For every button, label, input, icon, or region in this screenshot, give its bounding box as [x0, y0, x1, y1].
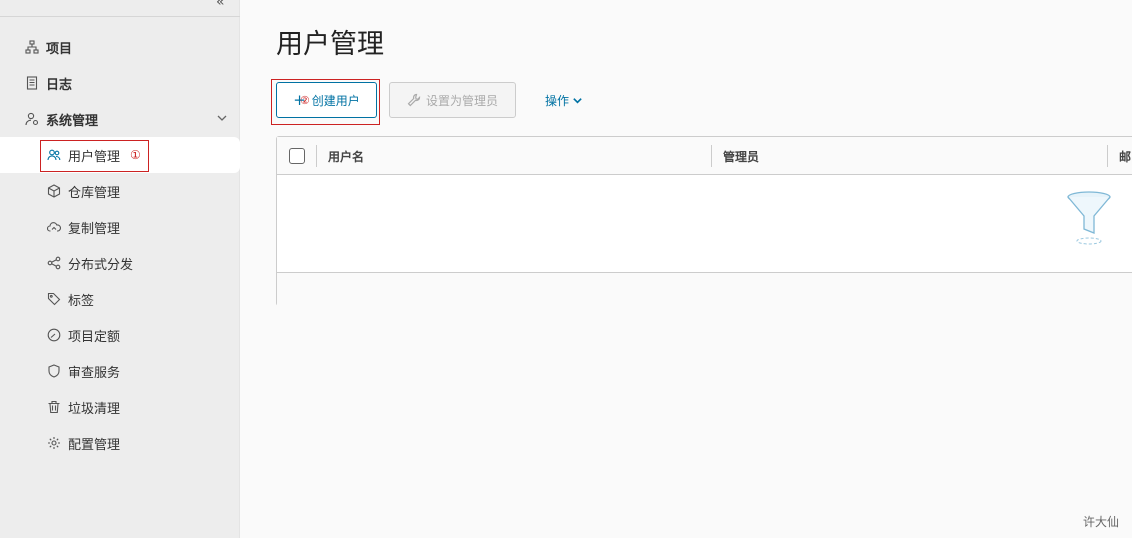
- sidebar-item-interrogation-services[interactable]: 审查服务: [0, 353, 240, 389]
- sidebar-item-distribution[interactable]: 分布式分发: [0, 245, 240, 281]
- datagrid-footer: [277, 272, 1132, 306]
- tag-icon: [46, 291, 62, 307]
- sidebar-item-label: 分布式分发: [68, 257, 134, 273]
- users-icon: [46, 147, 62, 163]
- chevron-down-icon: [216, 112, 228, 128]
- sidebar-item-label: 项目: [46, 41, 73, 57]
- sidebar-item-projects[interactable]: 项目: [0, 29, 240, 65]
- box-icon: [46, 183, 62, 199]
- sidebar-item-system-admin[interactable]: 系统管理: [0, 101, 240, 137]
- create-user-button[interactable]: + ② 创建用户: [276, 82, 377, 118]
- trash-icon: [46, 399, 62, 415]
- sidebar-item-replication[interactable]: 复制管理: [0, 209, 240, 245]
- sidebar-item-label: 配置管理: [68, 437, 121, 453]
- gear-icon: [46, 435, 62, 451]
- sidebar-item-label: 用户管理: [68, 149, 121, 165]
- sidebar-item-label: 日志: [46, 77, 73, 93]
- set-as-admin-label: 设置为管理员: [425, 93, 498, 108]
- log-document-icon: [24, 75, 40, 91]
- annotation-marker-1: ①: [130, 148, 141, 162]
- sidebar-item-garbage-collection[interactable]: 垃圾清理: [0, 389, 240, 425]
- user-gear-icon: [24, 111, 40, 127]
- datagrid-header: 用户名 管理员 邮: [277, 137, 1132, 175]
- chevron-down-icon: [572, 95, 583, 106]
- empty-filter-funnel-icon: [1065, 191, 1113, 251]
- sidebar-item-label: 复制管理: [68, 221, 121, 237]
- set-as-admin-button[interactable]: 设置为管理员: [389, 82, 516, 118]
- watermark-text: 许大仙: [1083, 515, 1120, 529]
- sidebar-item-registry-management[interactable]: 仓库管理: [0, 173, 240, 209]
- column-resize-handle[interactable]: [1107, 145, 1108, 167]
- column-header-email[interactable]: 邮: [1119, 148, 1131, 165]
- sidebar-item-label: 仓库管理: [68, 185, 121, 201]
- sidebar-item-label: 审查服务: [68, 365, 121, 381]
- sidebar-item-label: 系统管理: [46, 113, 99, 129]
- cloud-sync-icon: [46, 219, 62, 235]
- sidebar-item-labels[interactable]: 标签: [0, 281, 240, 317]
- app-window: « 项目 日志 系统管理 用户管理 ① 仓库管理 复制管理 分布式分发 标签 项…: [0, 0, 1132, 538]
- shield-icon: [46, 363, 62, 379]
- sidebar-item-label: 项目定额: [68, 329, 121, 345]
- datagrid-body: [277, 175, 1132, 272]
- collapse-sidebar-button[interactable]: «: [216, 0, 224, 10]
- page-title: 用户管理: [276, 29, 384, 60]
- create-user-label: 创建用户: [311, 93, 360, 108]
- sidebar-item-project-quotas[interactable]: 项目定额: [0, 317, 240, 353]
- sidebar-item-label: 垃圾清理: [68, 401, 121, 417]
- column-header-username[interactable]: 用户名: [328, 148, 364, 165]
- sidebar: « 项目 日志 系统管理 用户管理 ① 仓库管理 复制管理 分布式分发 标签 项…: [0, 0, 240, 538]
- project-tree-icon: [24, 39, 40, 55]
- share-nodes-icon: [46, 255, 62, 271]
- users-datagrid: 用户名 管理员 邮: [276, 136, 1132, 306]
- annotation-marker-2: ②: [299, 93, 310, 107]
- sidebar-collapse-bar: «: [0, 0, 240, 17]
- select-all-checkbox[interactable]: [289, 148, 305, 164]
- column-resize-handle[interactable]: [711, 145, 712, 167]
- sidebar-item-user-management[interactable]: 用户管理 ①: [0, 137, 240, 173]
- sidebar-item-logs[interactable]: 日志: [0, 65, 240, 101]
- column-header-admin[interactable]: 管理员: [723, 148, 759, 165]
- sidebar-item-label: 标签: [68, 293, 95, 309]
- gauge-icon: [46, 327, 62, 343]
- wrench-icon: [407, 93, 421, 107]
- sidebar-item-configuration[interactable]: 配置管理: [0, 425, 240, 461]
- actions-dropdown-button[interactable]: 操作: [532, 82, 596, 118]
- actions-label: 操作: [544, 93, 569, 108]
- column-separator: [316, 145, 317, 167]
